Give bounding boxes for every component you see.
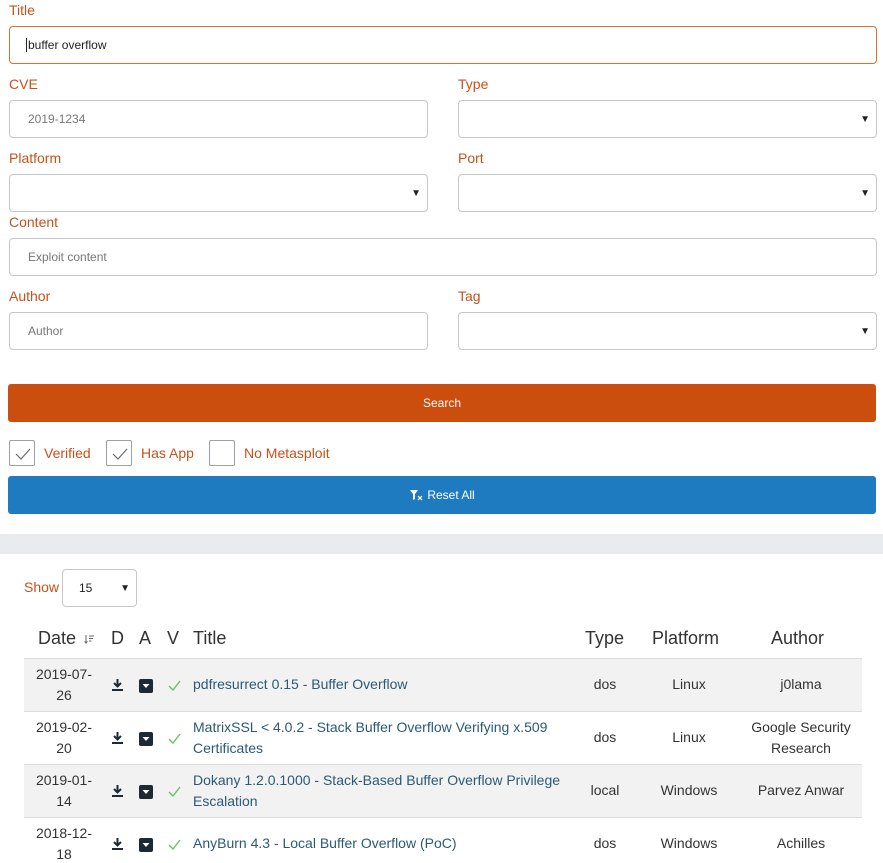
check-icon — [112, 448, 128, 460]
column-header-platform[interactable]: Platform — [652, 628, 719, 649]
type-select[interactable]: ▼ — [458, 100, 877, 138]
application-icon[interactable] — [139, 785, 153, 799]
page-size-value: 15 — [79, 581, 93, 595]
row-type: dos — [593, 729, 617, 745]
application-icon[interactable] — [139, 679, 153, 693]
column-header-app[interactable]: A — [139, 628, 151, 649]
cve-input[interactable]: 2019-1234 — [9, 100, 428, 138]
download-icon[interactable] — [112, 679, 123, 691]
download-icon[interactable] — [112, 838, 123, 850]
column-header-verified[interactable]: V — [167, 628, 179, 649]
row-author[interactable]: Achilles — [744, 833, 858, 854]
row-title-link[interactable]: Dokany 1.2.0.1000 - Stack-Based Buffer O… — [193, 770, 573, 812]
column-header-date-label: Date — [38, 628, 77, 648]
row-title-link[interactable]: MatrixSSL < 4.0.2 - Stack Buffer Overflo… — [193, 717, 573, 759]
column-header-type[interactable]: Type — [585, 628, 624, 649]
row-type: dos — [593, 835, 617, 851]
application-icon[interactable] — [139, 838, 153, 852]
check-icon — [15, 448, 31, 460]
tag-select[interactable]: ▼ — [458, 312, 877, 350]
verified-check-icon — [168, 680, 181, 691]
content-input[interactable]: Exploit content — [9, 238, 877, 276]
has-app-label[interactable]: Has App — [141, 445, 194, 461]
row-title-link[interactable]: AnyBurn 4.3 - Local Buffer Overflow (PoC… — [193, 833, 573, 854]
verified-check-icon — [168, 839, 181, 850]
row-platform: Linux — [672, 676, 706, 692]
section-divider — [0, 534, 883, 554]
table-row: 2018-12- 18 AnyBurn 4.3 - Local Buffer Ov… — [24, 817, 862, 863]
caret-down-icon: ▼ — [860, 326, 870, 337]
row-author[interactable]: Google Security Research — [744, 717, 858, 759]
reset-all-label: Reset All — [427, 488, 475, 502]
port-label: Port — [458, 150, 484, 166]
row-author[interactable]: j0lama — [744, 674, 858, 695]
column-header-title[interactable]: Title — [193, 628, 226, 649]
row-date: 2019-01- 14 — [35, 772, 93, 809]
caret-down-icon: ▼ — [411, 188, 421, 199]
row-date: 2019-07- 26 — [35, 666, 93, 703]
row-platform: Linux — [672, 729, 706, 745]
title-label: Title — [9, 2, 35, 18]
reset-all-button[interactable]: Reset All — [8, 476, 876, 514]
no-metasploit-label[interactable]: No Metasploit — [244, 445, 330, 461]
table-row: 2019-01- 14 Dokany 1.2.0.1000 - Stack-Bas… — [24, 764, 862, 817]
download-icon[interactable] — [112, 785, 123, 797]
table-row: 2019-07- 26 pdfresurrect 0.15 - Buffer Ov… — [24, 658, 862, 711]
show-label: Show — [24, 579, 60, 595]
row-type: dos — [593, 676, 617, 692]
row-type: local — [590, 782, 620, 798]
author-input-placeholder: Author — [28, 324, 64, 338]
verified-check-icon — [168, 786, 181, 797]
caret-down-icon: ▼ — [120, 583, 130, 594]
type-label: Type — [458, 76, 489, 92]
application-icon[interactable] — [139, 732, 153, 746]
verified-check-icon — [168, 733, 181, 744]
caret-down-icon: ▼ — [860, 114, 870, 125]
download-icon[interactable] — [112, 732, 123, 744]
content-input-placeholder: Exploit content — [28, 250, 107, 264]
port-select[interactable]: ▼ — [458, 174, 877, 212]
title-input-value: buffer overflow — [26, 38, 107, 52]
platform-label: Platform — [9, 150, 62, 166]
sort-icon — [84, 635, 95, 644]
table-row: 2019-02- 20 MatrixSSL < 4.0.2 - Stack Buf… — [24, 711, 862, 764]
column-header-date[interactable]: Date — [38, 628, 95, 649]
page-size-select[interactable]: 15 ▼ — [62, 569, 137, 607]
row-date: 2018-12- 18 — [35, 825, 93, 862]
verified-checkbox[interactable] — [9, 440, 35, 466]
row-platform: Windows — [660, 835, 718, 851]
cve-input-placeholder: 2019-1234 — [28, 112, 86, 126]
column-header-download[interactable]: D — [111, 628, 124, 649]
has-app-checkbox[interactable] — [106, 440, 132, 466]
cve-label: CVE — [9, 76, 38, 92]
no-metasploit-checkbox[interactable] — [209, 440, 235, 466]
row-date: 2019-02- 20 — [35, 719, 93, 756]
filter-clear-icon — [410, 490, 423, 501]
content-label: Content — [9, 214, 59, 230]
title-input[interactable]: buffer overflow — [9, 26, 877, 64]
author-input[interactable]: Author — [9, 312, 428, 350]
row-title-link[interactable]: pdfresurrect 0.15 - Buffer Overflow — [193, 674, 573, 695]
tag-label: Tag — [458, 288, 481, 304]
verified-label[interactable]: Verified — [44, 445, 91, 461]
search-button[interactable]: Search — [8, 384, 876, 422]
caret-down-icon: ▼ — [860, 188, 870, 199]
column-header-author[interactable]: Author — [771, 628, 824, 649]
author-label: Author — [9, 288, 51, 304]
platform-select[interactable]: ▼ — [9, 174, 428, 212]
row-platform: Windows — [660, 782, 718, 798]
row-author[interactable]: Parvez Anwar — [744, 780, 858, 801]
